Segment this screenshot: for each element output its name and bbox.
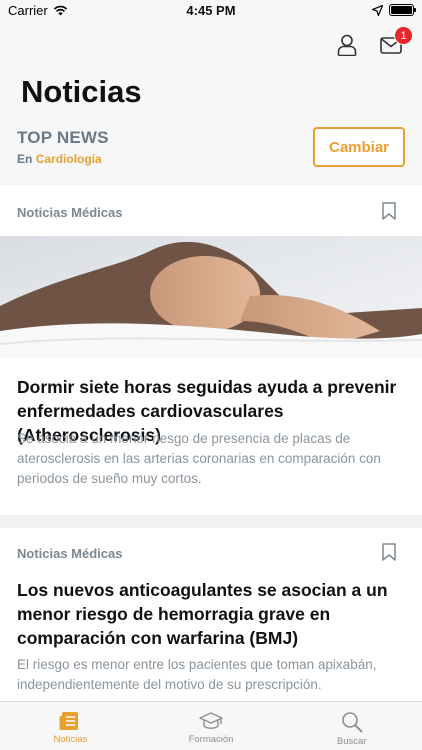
battery-icon	[389, 4, 416, 16]
tab-buscar[interactable]: Buscar	[281, 702, 422, 750]
status-bar: Carrier 4:45 PM	[0, 0, 422, 22]
tab-formacion[interactable]: Formación	[141, 702, 282, 750]
specialty-name: Cardiología	[35, 152, 102, 166]
search-icon	[341, 712, 363, 733]
tab-noticias[interactable]: Noticias	[0, 702, 141, 750]
graduation-cap-icon	[199, 712, 223, 729]
article-category: Noticias Médicas	[17, 205, 123, 220]
article-summary: Se asocia a un menor riesgo de presencia…	[17, 431, 381, 486]
user-icon	[337, 34, 357, 56]
news-card[interactable]: Noticias Médicas Dormir siete horas segu…	[0, 185, 422, 515]
status-right	[372, 4, 416, 16]
tab-bar: Noticias Formación Buscar	[0, 701, 422, 750]
news-card[interactable]: Noticias Médicas Los nuevos anticoagulan…	[0, 528, 422, 703]
bookmark-icon[interactable]	[382, 202, 396, 220]
tab-label: Noticias	[53, 734, 88, 745]
messages-button[interactable]: 1	[378, 26, 413, 58]
section-label: TOP NEWS	[17, 128, 109, 147]
notification-badge: 1	[394, 26, 413, 45]
article-title[interactable]: Los nuevos anticoagulantes se asocian a …	[17, 578, 408, 650]
location-arrow-icon	[372, 4, 383, 16]
article-category: Noticias Médicas	[17, 546, 123, 561]
specialty-line: En Cardiología	[17, 152, 102, 166]
bookmark-icon[interactable]	[382, 543, 396, 561]
tab-label: Buscar	[336, 736, 367, 747]
status-time: 4:45 PM	[186, 3, 236, 18]
page-title: Noticias	[21, 74, 142, 109]
specialty-prefix: En	[17, 152, 33, 166]
profile-button[interactable]	[334, 32, 360, 58]
page-header: 1 Noticias TOP NEWS En Cardiología Cambi…	[0, 22, 422, 184]
change-specialty-button[interactable]: Cambiar	[313, 127, 405, 167]
tab-label: Formación	[188, 734, 234, 745]
article-image	[0, 236, 422, 358]
header-icons: 1	[334, 26, 413, 58]
newspaper-icon	[59, 712, 79, 730]
article-summary: El riesgo es menor entre los pacientes q…	[17, 657, 377, 692]
